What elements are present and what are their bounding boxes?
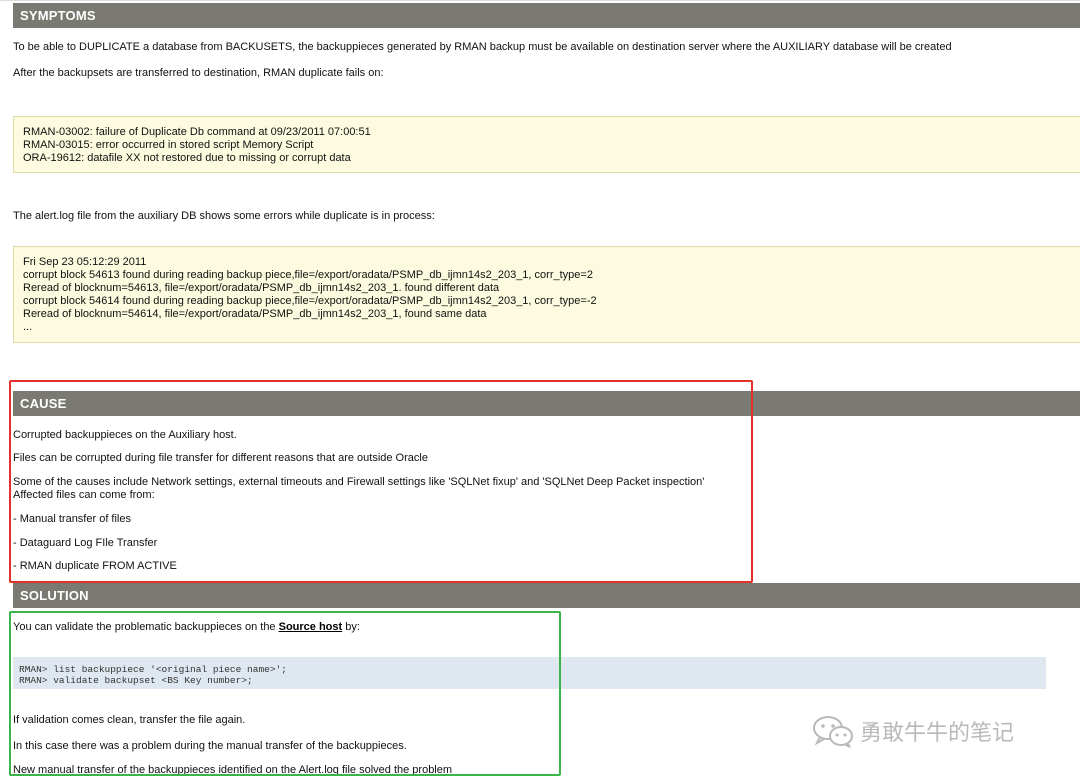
alert-line: corrupt block 54613 found during reading… — [23, 269, 593, 281]
top-divider — [0, 0, 1080, 1]
error-line: RMAN-03015: error occurred in stored scr… — [23, 139, 314, 151]
watermark-text: 勇敢牛牛的笔记 — [860, 721, 1015, 746]
error-line: ORA-19612: datafile XX not restored due … — [23, 152, 351, 164]
solution-highlight-box — [9, 611, 561, 776]
watermark: 勇敢牛牛的笔记 — [812, 714, 1014, 748]
symptoms-paragraph-1: To be able to DUPLICATE a database from … — [13, 41, 952, 53]
alert-line: ... — [23, 321, 33, 333]
solution-header: SOLUTION — [13, 583, 1080, 608]
wechat-icon — [813, 716, 853, 748]
error-line: RMAN-03002: failure of Duplicate Db comm… — [23, 126, 371, 138]
alert-line: Reread of blocknum=54614, file=/export/o… — [23, 308, 487, 320]
symptoms-header: SYMPTOMS — [13, 3, 1080, 28]
error-message-box: RMAN-03002: failure of Duplicate Db comm… — [13, 116, 1080, 173]
alert-log-box: Fri Sep 23 05:12:29 2011 corrupt block 5… — [13, 246, 1080, 343]
alert-line: Reread of blocknum=54613, file=/export/o… — [23, 282, 500, 294]
symptoms-paragraph-3: The alert.log file from the auxiliary DB… — [13, 210, 435, 222]
alert-line: corrupt block 54614 found during reading… — [23, 295, 597, 307]
alert-line: Fri Sep 23 05:12:29 2011 — [23, 256, 147, 268]
cause-highlight-box — [9, 380, 753, 583]
symptoms-paragraph-2: After the backupsets are transferred to … — [13, 67, 384, 79]
